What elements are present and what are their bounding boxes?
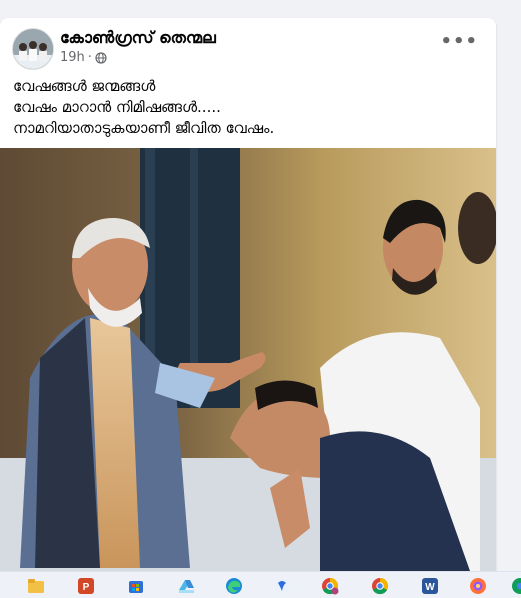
avatar-image [13, 29, 53, 69]
svg-text:W: W [425, 582, 435, 593]
caption-line: വേഷങ്ങൾ ജന്മങ്ങൾ [13, 77, 156, 95]
facebook-post-card: കോൺഗ്രസ് തെന്മല 19h · ••• വേഷങ്ങൾ ജന്മങ്… [0, 18, 496, 571]
store-icon[interactable] [126, 576, 146, 596]
word-icon[interactable]: W [420, 576, 440, 596]
chrome-profile-icon[interactable] [320, 576, 340, 596]
firefox-icon[interactable] [468, 576, 488, 596]
more-options-button[interactable]: ••• [440, 32, 478, 52]
taskbar: P W [0, 571, 521, 598]
zoom-icon[interactable] [272, 576, 292, 596]
post-author-name[interactable]: കോൺഗ്രസ് തെന്മല [60, 28, 216, 48]
edge-icon[interactable] [224, 576, 244, 596]
file-explorer-icon[interactable] [26, 576, 46, 596]
author-avatar[interactable] [12, 28, 54, 70]
drive-icon[interactable] [176, 576, 196, 596]
post-timestamp[interactable]: 19h [60, 50, 85, 66]
post-photo[interactable] [0, 148, 496, 571]
globe-icon [95, 52, 107, 64]
caption-line: നാമറിയാതാടുകയാണീ ജീവിത വേഷം. [13, 119, 275, 137]
chrome-extra-icon[interactable] [510, 576, 521, 596]
post-caption: വേഷങ്ങൾ ജന്മങ്ങൾ വേഷം മാറാൻ നിമിഷങ്ങൾ...… [13, 76, 274, 139]
chrome-icon[interactable] [370, 576, 390, 596]
caption-line: വേഷം മാറാൻ നിമിഷങ്ങൾ..... [13, 98, 221, 116]
powerpoint-icon[interactable]: P [76, 576, 96, 596]
svg-text:P: P [83, 582, 90, 593]
post-meta: 19h · [60, 50, 107, 66]
